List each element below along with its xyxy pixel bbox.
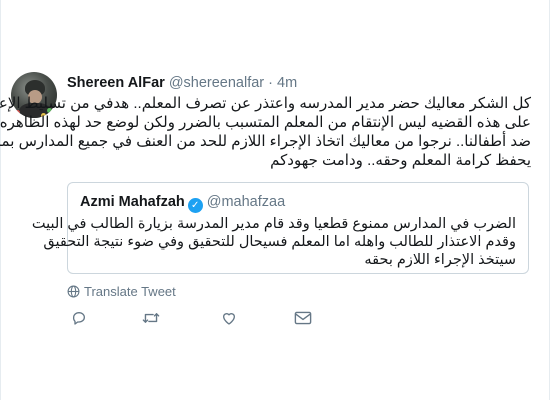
retweet-button[interactable] xyxy=(139,306,163,330)
quoted-text-line: الضرب في المدارس ممنوع قطعيا وقد قام مدي… xyxy=(31,216,516,232)
quoted-text-line: سيتخذ الإجراء اللازم بحقه xyxy=(364,252,516,268)
quoted-author-name: Azmi Mahafzah xyxy=(80,194,185,210)
direct-message-button[interactable] xyxy=(291,306,315,330)
tweet-card: Shereen AlFar @shereenalfar · 4m كل الشك… xyxy=(0,0,550,400)
reply-icon xyxy=(71,310,87,326)
tweet-timestamp[interactable]: 4m xyxy=(277,75,297,91)
tweet-text-line: ضد أطفالنا.. نرجوا من معاليك اتخاذ الإجر… xyxy=(0,133,531,150)
retweet-icon xyxy=(142,310,160,326)
tweet-text-line: كل الشكر معاليك حضر مدير المدرسه واعتذر … xyxy=(0,95,531,112)
quoted-tweet-header: Azmi Mahafzah ✓ @mahafzaa xyxy=(80,193,285,213)
envelope-icon xyxy=(294,311,312,325)
quoted-author-handle: @mahafzaa xyxy=(206,194,286,210)
translate-tweet-link[interactable]: Translate Tweet xyxy=(67,284,176,302)
tweet-text: كل الشكر معاليك حضر مدير المدرسه واعتذر … xyxy=(0,94,531,170)
like-button[interactable] xyxy=(217,306,241,330)
quoted-text-line: وقدم الاعتذار للطالب واهله اما المعلم فس… xyxy=(43,234,516,250)
tweet-text-line: على هذه القضيه ليس الإنتقام من المعلم ال… xyxy=(0,114,531,131)
tweet-header: Shereen AlFar @shereenalfar · 4m xyxy=(67,74,297,92)
quoted-tweet-text: الضرب في المدارس ممنوع قطعيا وقد قام مدي… xyxy=(31,215,516,269)
reply-button[interactable] xyxy=(67,306,91,330)
author-display-name[interactable]: Shereen AlFar xyxy=(67,75,165,91)
heart-icon xyxy=(221,310,237,326)
quoted-tweet[interactable]: Azmi Mahafzah ✓ @mahafzaa الضرب في المدارس… xyxy=(31,182,529,274)
translate-tweet-label: Translate Tweet xyxy=(84,284,176,299)
tweet-actions xyxy=(67,306,367,330)
author-handle[interactable]: @shereenalfar xyxy=(169,75,264,91)
globe-icon xyxy=(67,285,80,302)
tweet-text-line: يحفظ كرامة المعلم وحقه.. ودامت جهودكم xyxy=(270,152,531,169)
verified-badge-icon: ✓ xyxy=(187,198,203,213)
header-separator: · xyxy=(268,75,274,91)
